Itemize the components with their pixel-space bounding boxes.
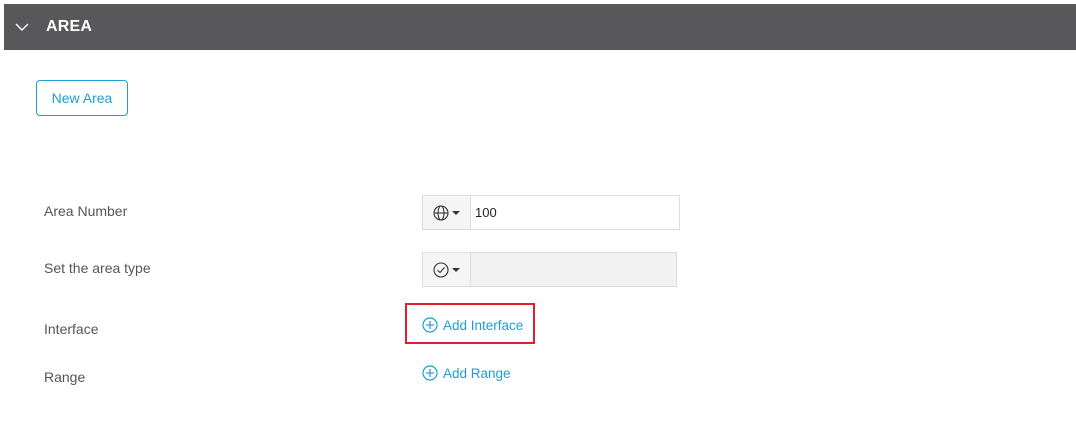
plus-circle-icon	[422, 365, 438, 381]
caret-down-icon	[452, 267, 460, 272]
interface-label: Interface	[44, 321, 99, 337]
area-number-format-dropdown[interactable]	[422, 195, 470, 230]
area-panel: AREA New Area Area Number Set the area t…	[4, 4, 1076, 430]
section-title: AREA	[46, 18, 93, 35]
add-range-label[interactable]: Add Range	[443, 366, 511, 381]
chevron-down-icon[interactable]	[15, 20, 29, 34]
add-range-link[interactable]: Add Range	[422, 365, 511, 381]
area-number-input[interactable]	[470, 195, 680, 230]
plus-circle-icon	[422, 317, 438, 333]
add-interface-link[interactable]: Add Interface	[422, 317, 523, 333]
caret-down-icon	[452, 210, 460, 215]
globe-icon	[433, 204, 449, 221]
area-number-label: Area Number	[44, 203, 128, 219]
add-interface-label[interactable]: Add Interface	[443, 318, 523, 333]
area-type-label: Set the area type	[44, 260, 151, 276]
new-area-button[interactable]: New Area	[36, 80, 128, 116]
area-type-dropdown[interactable]	[422, 252, 470, 287]
check-circle-icon	[433, 261, 449, 278]
range-label: Range	[44, 369, 86, 385]
area-section-header[interactable]: AREA	[4, 4, 1076, 50]
area-type-input	[470, 252, 677, 287]
